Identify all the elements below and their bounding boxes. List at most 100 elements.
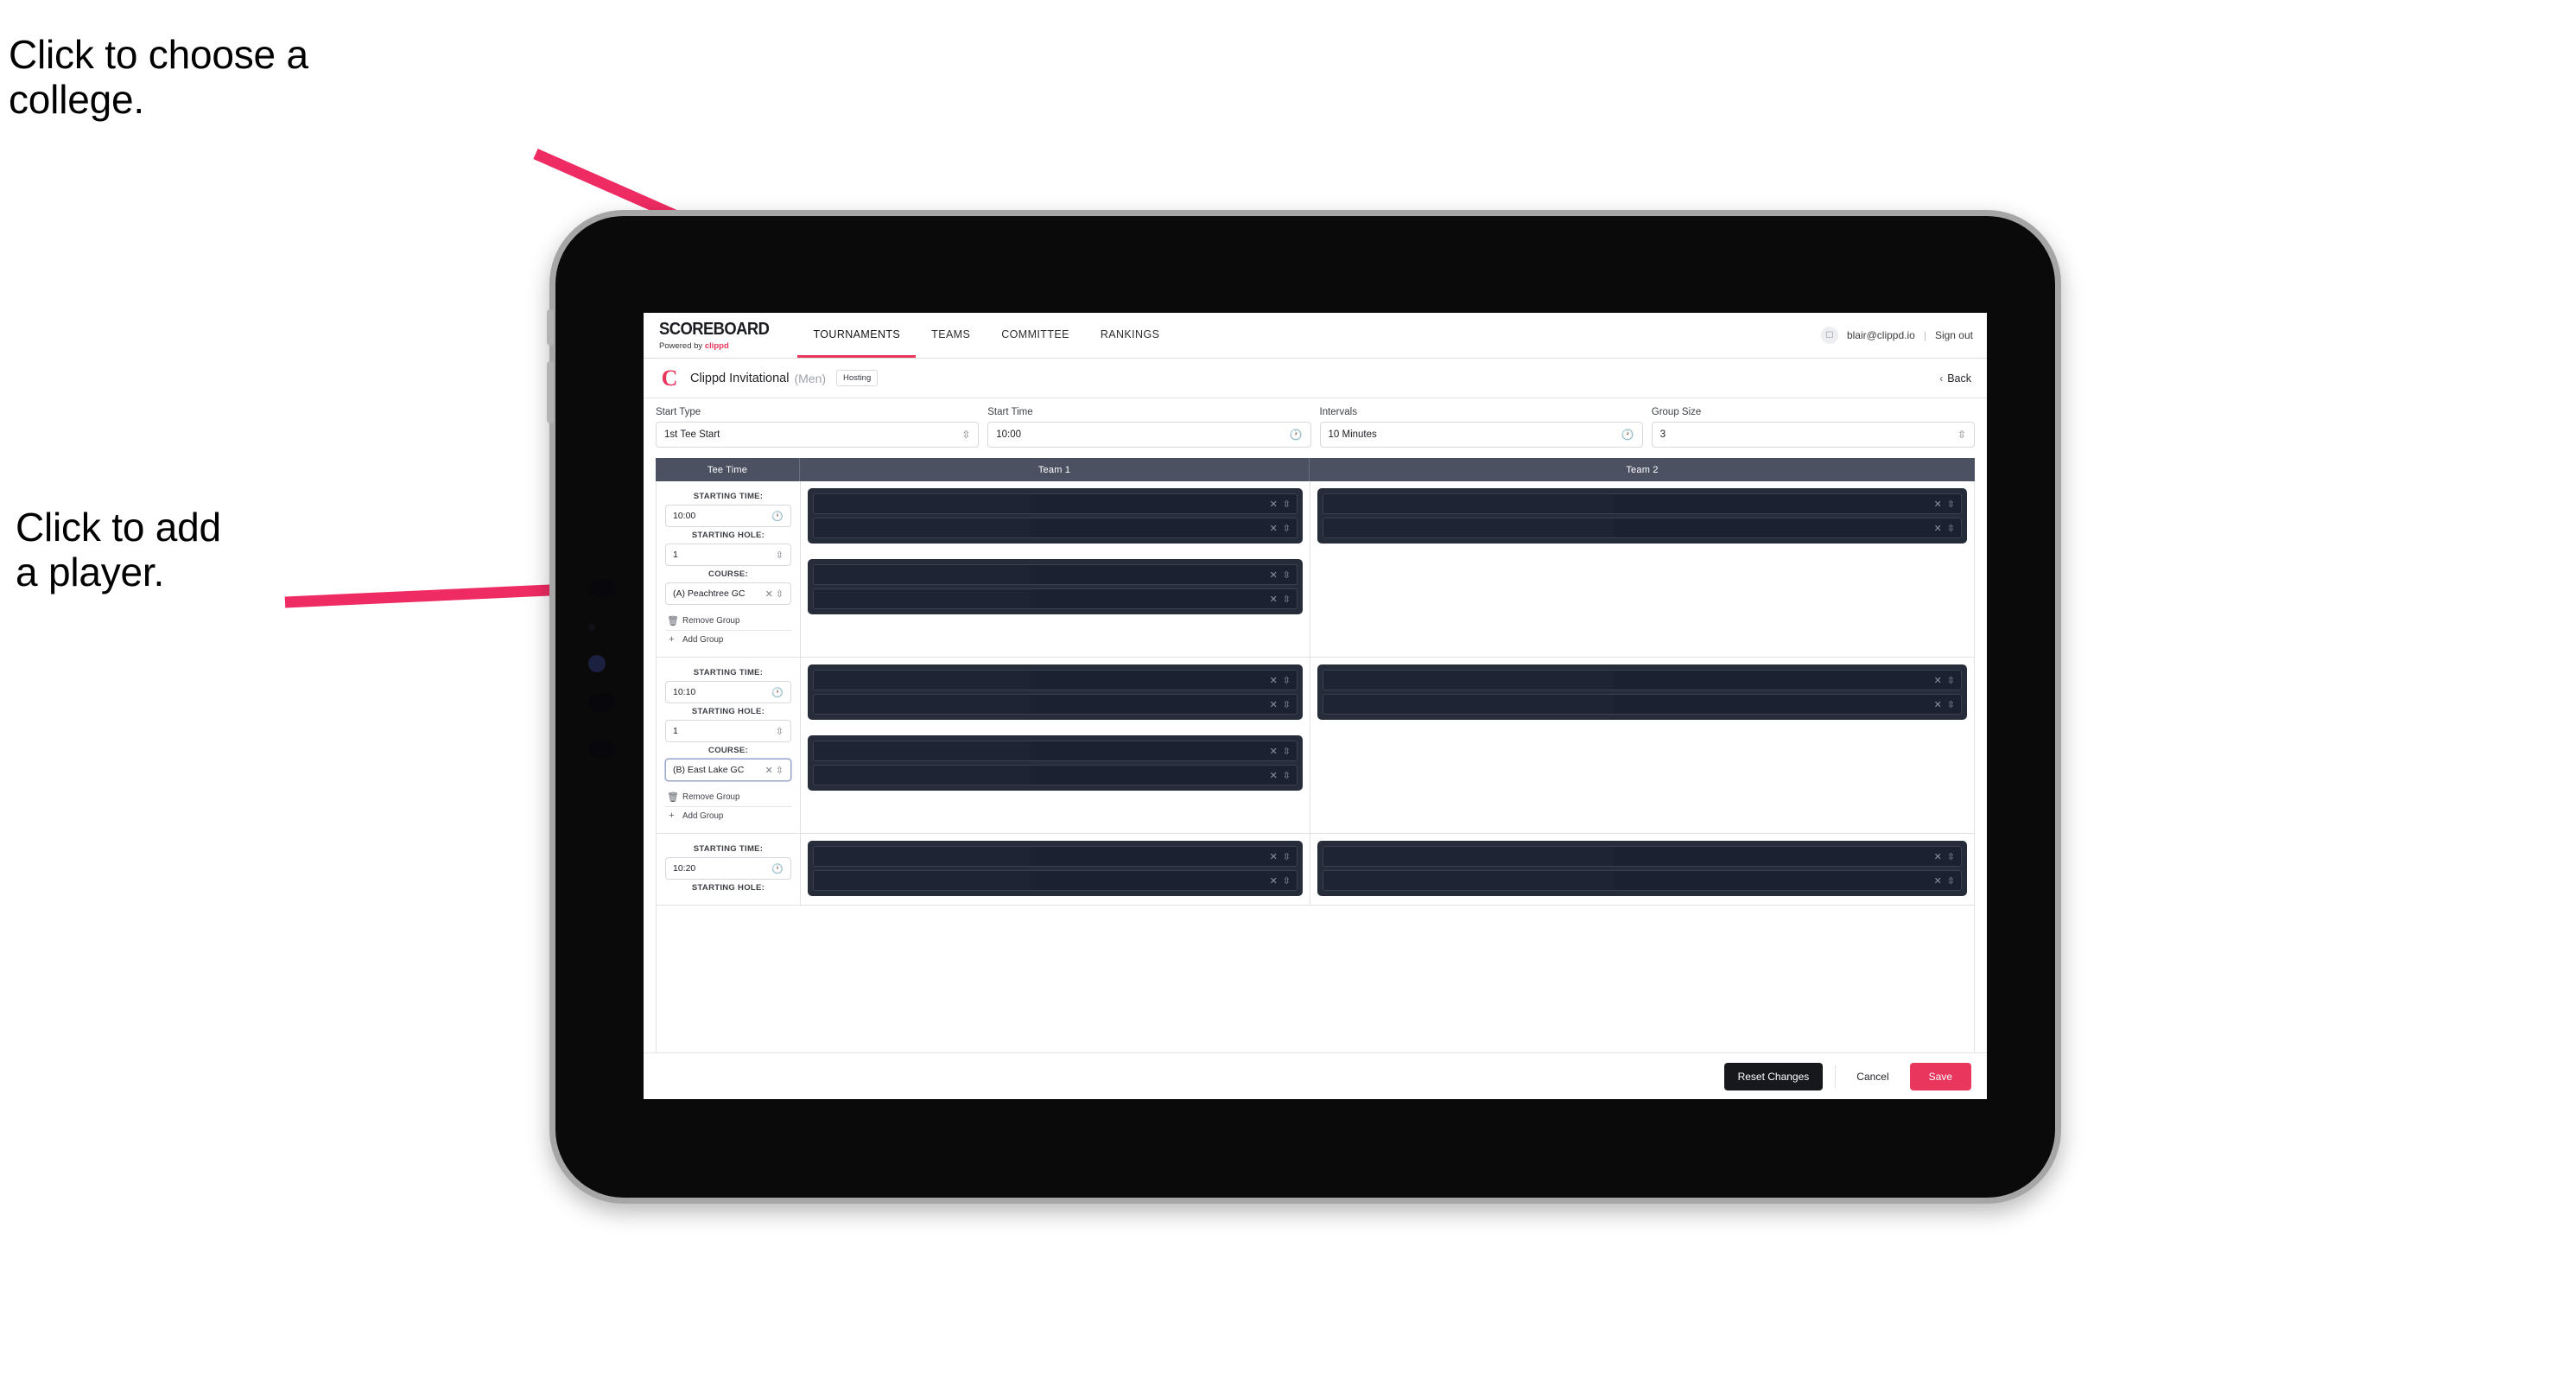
- close-icon[interactable]: ✕: [1934, 699, 1942, 710]
- player-select[interactable]: ✕ ⇳: [813, 518, 1298, 538]
- stepper-icon[interactable]: ⇳: [1283, 770, 1291, 781]
- player-name-field[interactable]: [814, 565, 1265, 584]
- player-name-field[interactable]: [814, 741, 1265, 760]
- player-name-field[interactable]: [814, 847, 1265, 866]
- close-icon[interactable]: ✕: [1934, 675, 1942, 686]
- stepper-icon[interactable]: ⇳: [1283, 851, 1291, 862]
- stepper-icon[interactable]: ⇳: [1947, 499, 1955, 510]
- close-icon[interactable]: ✕: [1270, 675, 1278, 686]
- stepper-icon[interactable]: ⇳: [1947, 523, 1955, 534]
- brand-logo[interactable]: SCOREBOARD Powered by clippd: [644, 313, 797, 358]
- close-icon[interactable]: ✕: [1270, 746, 1278, 757]
- player-name-field[interactable]: [814, 871, 1265, 890]
- player-select[interactable]: ✕ ⇳: [813, 670, 1298, 690]
- player-select[interactable]: ✕ ⇳: [813, 846, 1298, 867]
- close-icon[interactable]: ✕: [1270, 569, 1278, 581]
- device-button-volume[interactable]: [547, 361, 554, 423]
- remove-group-button[interactable]: 🗑 Remove Group: [665, 612, 791, 631]
- stepper-icon[interactable]: ⇳: [1947, 875, 1955, 887]
- player-name-field[interactable]: [814, 695, 1265, 714]
- stepper-icon[interactable]: ⇳: [1283, 569, 1291, 581]
- stepper-icon[interactable]: ⇳: [1947, 851, 1955, 862]
- user-icon[interactable]: ☐: [1820, 327, 1838, 344]
- player-select[interactable]: ✕ ⇳: [1323, 493, 1962, 514]
- add-group-button[interactable]: + Add Group: [665, 631, 791, 648]
- starting-time-input[interactable]: 10:10 🕐: [665, 681, 791, 703]
- player-select[interactable]: ✕ ⇳: [1323, 670, 1962, 690]
- close-icon[interactable]: ✕: [1934, 499, 1942, 510]
- stepper-icon[interactable]: ⇳: [1283, 875, 1291, 887]
- close-icon[interactable]: ✕: [765, 588, 773, 600]
- player-select[interactable]: ✕ ⇳: [813, 588, 1298, 609]
- clock-icon[interactable]: 🕐: [771, 863, 784, 874]
- stepper-icon[interactable]: ⇳: [1283, 675, 1291, 686]
- reset-changes-button[interactable]: Reset Changes: [1723, 1062, 1824, 1090]
- player-name-field[interactable]: [1323, 494, 1929, 513]
- stepper-icon[interactable]: ⇳: [1283, 499, 1291, 510]
- player-select[interactable]: ✕ ⇳: [1323, 870, 1962, 891]
- player-name-field[interactable]: [814, 589, 1265, 608]
- stepper-icon[interactable]: ⇳: [1947, 699, 1955, 710]
- close-icon[interactable]: ✕: [1270, 851, 1278, 862]
- close-icon[interactable]: ✕: [1270, 594, 1278, 605]
- player-select[interactable]: ✕ ⇳: [1323, 518, 1962, 538]
- intervals-input[interactable]: 10 Minutes 🕐: [1319, 422, 1643, 448]
- clock-icon[interactable]: 🕐: [771, 687, 784, 698]
- sign-out-button[interactable]: Sign out: [1935, 329, 1973, 341]
- close-icon[interactable]: ✕: [1270, 770, 1278, 781]
- player-name-field[interactable]: [814, 494, 1265, 513]
- save-button[interactable]: Save: [1909, 1062, 1971, 1090]
- stepper-icon[interactable]: ⇳: [1947, 675, 1955, 686]
- close-icon[interactable]: ✕: [1270, 875, 1278, 887]
- player-select[interactable]: ✕ ⇳: [813, 870, 1298, 891]
- clock-icon[interactable]: 🕐: [771, 511, 784, 522]
- close-icon[interactable]: ✕: [1934, 851, 1942, 862]
- starting-time-input[interactable]: 10:00 🕐: [665, 505, 791, 527]
- nav-item-teams[interactable]: TEAMS: [916, 313, 986, 358]
- starting-hole-stepper[interactable]: 1 ⇳: [665, 544, 791, 566]
- close-icon[interactable]: ✕: [1270, 499, 1278, 510]
- clock-icon[interactable]: 🕐: [1621, 429, 1634, 441]
- player-select[interactable]: ✕ ⇳: [813, 694, 1298, 715]
- device-button-top[interactable]: [547, 309, 554, 346]
- close-icon[interactable]: ✕: [1270, 523, 1278, 534]
- stepper-icon[interactable]: ⇳: [961, 429, 970, 441]
- starting-hole-stepper[interactable]: 1 ⇳: [665, 720, 791, 742]
- player-name-field[interactable]: [814, 671, 1265, 690]
- start-time-input[interactable]: 10:00 🕐: [987, 422, 1311, 448]
- nav-item-rankings[interactable]: RANKINGS: [1085, 313, 1176, 358]
- player-select[interactable]: ✕ ⇳: [813, 493, 1298, 514]
- close-icon[interactable]: ✕: [1270, 699, 1278, 710]
- stepper-icon[interactable]: ⇳: [1283, 594, 1291, 605]
- stepper-icon[interactable]: ⇳: [1957, 429, 1966, 441]
- close-icon[interactable]: ✕: [765, 765, 773, 776]
- player-name-field[interactable]: [1323, 871, 1929, 890]
- player-select[interactable]: ✕ ⇳: [813, 765, 1298, 785]
- player-select[interactable]: ✕ ⇳: [1323, 846, 1962, 867]
- stepper-icon[interactable]: ⇳: [1283, 699, 1291, 710]
- close-icon[interactable]: ✕: [1934, 875, 1942, 887]
- stepper-icon[interactable]: ⇳: [776, 765, 784, 776]
- clock-icon[interactable]: 🕐: [1290, 429, 1303, 441]
- stepper-icon[interactable]: ⇳: [1283, 523, 1291, 534]
- close-icon[interactable]: ✕: [1934, 523, 1942, 534]
- stepper-icon[interactable]: ⇳: [776, 550, 784, 561]
- player-select[interactable]: ✕ ⇳: [1323, 694, 1962, 715]
- nav-item-tournaments[interactable]: TOURNAMENTS: [797, 313, 917, 358]
- cancel-button[interactable]: Cancel: [1848, 1063, 1897, 1090]
- add-group-button[interactable]: + Add Group: [665, 807, 791, 824]
- player-name-field[interactable]: [1323, 695, 1929, 714]
- course-select[interactable]: (B) East Lake GC ✕ ⇳: [665, 759, 791, 781]
- stepper-icon[interactable]: ⇳: [776, 726, 784, 737]
- stepper-icon[interactable]: ⇳: [1283, 746, 1291, 757]
- player-name-field[interactable]: [1323, 518, 1929, 537]
- player-select[interactable]: ✕ ⇳: [813, 564, 1298, 585]
- nav-item-committee[interactable]: COMMITTEE: [986, 313, 1085, 358]
- player-name-field[interactable]: [1323, 671, 1929, 690]
- starting-time-input[interactable]: 10:20 🕐: [665, 857, 791, 880]
- player-name-field[interactable]: [814, 766, 1265, 785]
- player-select[interactable]: ✕ ⇳: [813, 741, 1298, 761]
- course-select[interactable]: (A) Peachtree GC ✕ ⇳: [665, 582, 791, 605]
- stepper-icon[interactable]: ⇳: [776, 588, 784, 600]
- group-size-stepper[interactable]: 3 ⇳: [1651, 422, 1975, 448]
